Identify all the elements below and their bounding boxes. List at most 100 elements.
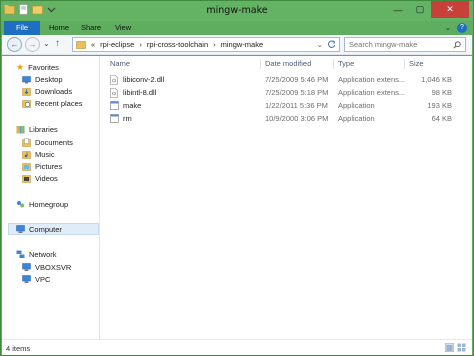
item-count: 4 items xyxy=(6,344,31,353)
sidebar-item-desktop[interactable]: Desktop xyxy=(22,75,63,84)
breadcrumb-separator[interactable]: › xyxy=(213,40,216,49)
exe-file-icon xyxy=(110,114,119,123)
sidebar-item-recent-places[interactable]: Recent places xyxy=(22,99,83,108)
sidebar-item-vpc[interactable]: VPC xyxy=(22,275,50,284)
sidebar-item-label: Computer xyxy=(29,224,62,234)
view-toggle xyxy=(445,343,466,352)
file-date: 1/22/2011 5:36 PM xyxy=(265,101,328,110)
star-icon: ★ xyxy=(16,62,25,72)
file-size: 64 KB xyxy=(431,114,452,123)
file-date: 10/9/2000 3:06 PM xyxy=(265,114,329,123)
music-icon xyxy=(22,151,31,159)
sidebar-item-downloads[interactable]: Downloads xyxy=(22,87,72,96)
file-type: Application xyxy=(338,114,375,123)
tab-share[interactable]: Share xyxy=(75,21,107,35)
content-area: ★ Favorites Desktop Downloads Recent pla… xyxy=(2,56,472,339)
desktop-icon xyxy=(22,75,31,83)
search-input[interactable] xyxy=(349,40,449,49)
column-header-size[interactable]: Size xyxy=(409,59,424,68)
file-type: Application xyxy=(338,101,375,110)
sidebar-item-label: Music xyxy=(35,150,55,159)
details-view-icon[interactable] xyxy=(445,343,454,352)
table-row[interactable]: libintl-8.dll 7/25/2009 5:18 PM Applicat… xyxy=(110,87,460,99)
table-row[interactable]: libiconv-2.dll 7/25/2009 5:46 PM Applica… xyxy=(110,74,460,86)
sidebar-item-libraries[interactable]: Libraries xyxy=(16,125,58,134)
title-bar: mingw-make — ▢ ✕ xyxy=(1,1,473,21)
sidebar-item-computer[interactable]: Computer xyxy=(8,223,99,235)
dll-file-icon xyxy=(110,88,118,98)
breadcrumb-segment[interactable]: mingw-make xyxy=(221,40,264,49)
ribbon-tabs: File Home Share View ⌄ ? xyxy=(1,21,473,35)
videos-icon xyxy=(22,175,31,183)
file-date: 7/25/2009 5:46 PM xyxy=(265,75,329,84)
file-size: 1,046 KB xyxy=(421,75,452,84)
network-icon xyxy=(16,250,25,258)
breadcrumb-segment[interactable]: rpi-eclipse xyxy=(100,40,134,49)
address-dropdown-icon[interactable]: ⌄ xyxy=(317,40,323,49)
column-divider[interactable] xyxy=(333,59,334,69)
tab-file[interactable]: File xyxy=(4,21,40,35)
forward-arrow-icon: → xyxy=(28,40,37,49)
sidebar-item-network[interactable]: Network xyxy=(16,250,57,259)
status-bar: 4 items xyxy=(2,339,472,355)
breadcrumb-separator[interactable]: › xyxy=(139,40,142,49)
sidebar-item-pictures[interactable]: Pictures xyxy=(22,162,62,171)
file-type: Application extens... xyxy=(338,75,406,84)
file-list: Name Date modified Type Size libiconv-2.… xyxy=(106,56,472,339)
downloads-icon xyxy=(22,88,31,96)
column-divider[interactable] xyxy=(260,59,261,69)
sidebar-item-label: Libraries xyxy=(29,125,58,134)
table-row[interactable]: make 1/22/2011 5:36 PM Application 193 K… xyxy=(110,100,460,112)
sidebar-item-documents[interactable]: Documents xyxy=(22,138,73,147)
file-name: libintl-8.dll xyxy=(123,88,157,97)
refresh-icon[interactable] xyxy=(327,40,336,49)
file-name: libiconv-2.dll xyxy=(123,75,165,84)
breadcrumb-segment[interactable]: rpi-cross-toolchain xyxy=(147,40,208,49)
sidebar-item-label: VPC xyxy=(35,275,51,284)
tab-home[interactable]: Home xyxy=(43,21,75,35)
column-header-type[interactable]: Type xyxy=(338,59,354,68)
tab-view[interactable]: View xyxy=(109,21,137,35)
dll-file-icon xyxy=(110,75,118,85)
network-computer-icon xyxy=(22,263,31,271)
column-header-date[interactable]: Date modified xyxy=(265,59,311,68)
recent-locations-dropdown[interactable]: ⌄ xyxy=(43,39,50,48)
forward-button[interactable]: → xyxy=(25,37,40,52)
sidebar-item-label: Downloads xyxy=(35,87,73,96)
back-arrow-icon: ← xyxy=(10,40,19,49)
table-row[interactable]: rm 10/9/2000 3:06 PM Application 64 KB xyxy=(110,113,460,125)
documents-icon xyxy=(22,138,31,147)
search-box[interactable] xyxy=(344,37,466,52)
file-date: 7/25/2009 5:18 PM xyxy=(265,88,329,97)
file-name: rm xyxy=(123,114,132,123)
network-computer-icon xyxy=(22,275,31,283)
sidebar-item-label: VBOXSVR xyxy=(35,263,72,272)
maximize-button[interactable]: ▢ xyxy=(409,1,431,18)
sidebar-item-label: Documents xyxy=(35,138,73,147)
help-icon[interactable]: ? xyxy=(457,23,467,33)
window-controls: — ▢ ✕ xyxy=(387,1,469,18)
column-header-name[interactable]: Name xyxy=(110,59,130,68)
expand-ribbon-icon[interactable]: ⌄ xyxy=(445,23,451,33)
ribbon-right-controls: ⌄ ? xyxy=(445,23,467,33)
exe-file-icon xyxy=(110,101,119,110)
column-divider[interactable] xyxy=(404,59,405,69)
sidebar-item-videos[interactable]: Videos xyxy=(22,174,58,183)
sidebar-item-homegroup[interactable]: Homegroup xyxy=(16,200,68,209)
up-button[interactable]: ↑ xyxy=(55,38,60,49)
sidebar-item-label: Favorites xyxy=(28,63,59,72)
address-overflow[interactable]: « xyxy=(91,40,95,49)
back-button[interactable]: ← xyxy=(7,37,22,52)
close-button[interactable]: ✕ xyxy=(431,1,469,18)
sidebar-item-vboxsvr[interactable]: VBOXSVR xyxy=(22,263,71,272)
computer-icon xyxy=(16,224,25,233)
search-icon[interactable] xyxy=(453,41,461,49)
sidebar-item-music[interactable]: Music xyxy=(22,150,55,159)
sidebar-item-label: Homegroup xyxy=(29,200,69,209)
sidebar-item-label: Desktop xyxy=(35,75,63,84)
address-bar[interactable]: « rpi-eclipse › rpi-cross-toolchain › mi… xyxy=(72,37,340,52)
navigation-pane: ★ Favorites Desktop Downloads Recent pla… xyxy=(2,56,100,339)
minimize-button[interactable]: — xyxy=(387,1,409,18)
large-icons-view-icon[interactable] xyxy=(457,343,466,352)
sidebar-item-favorites[interactable]: ★ Favorites xyxy=(16,62,59,73)
